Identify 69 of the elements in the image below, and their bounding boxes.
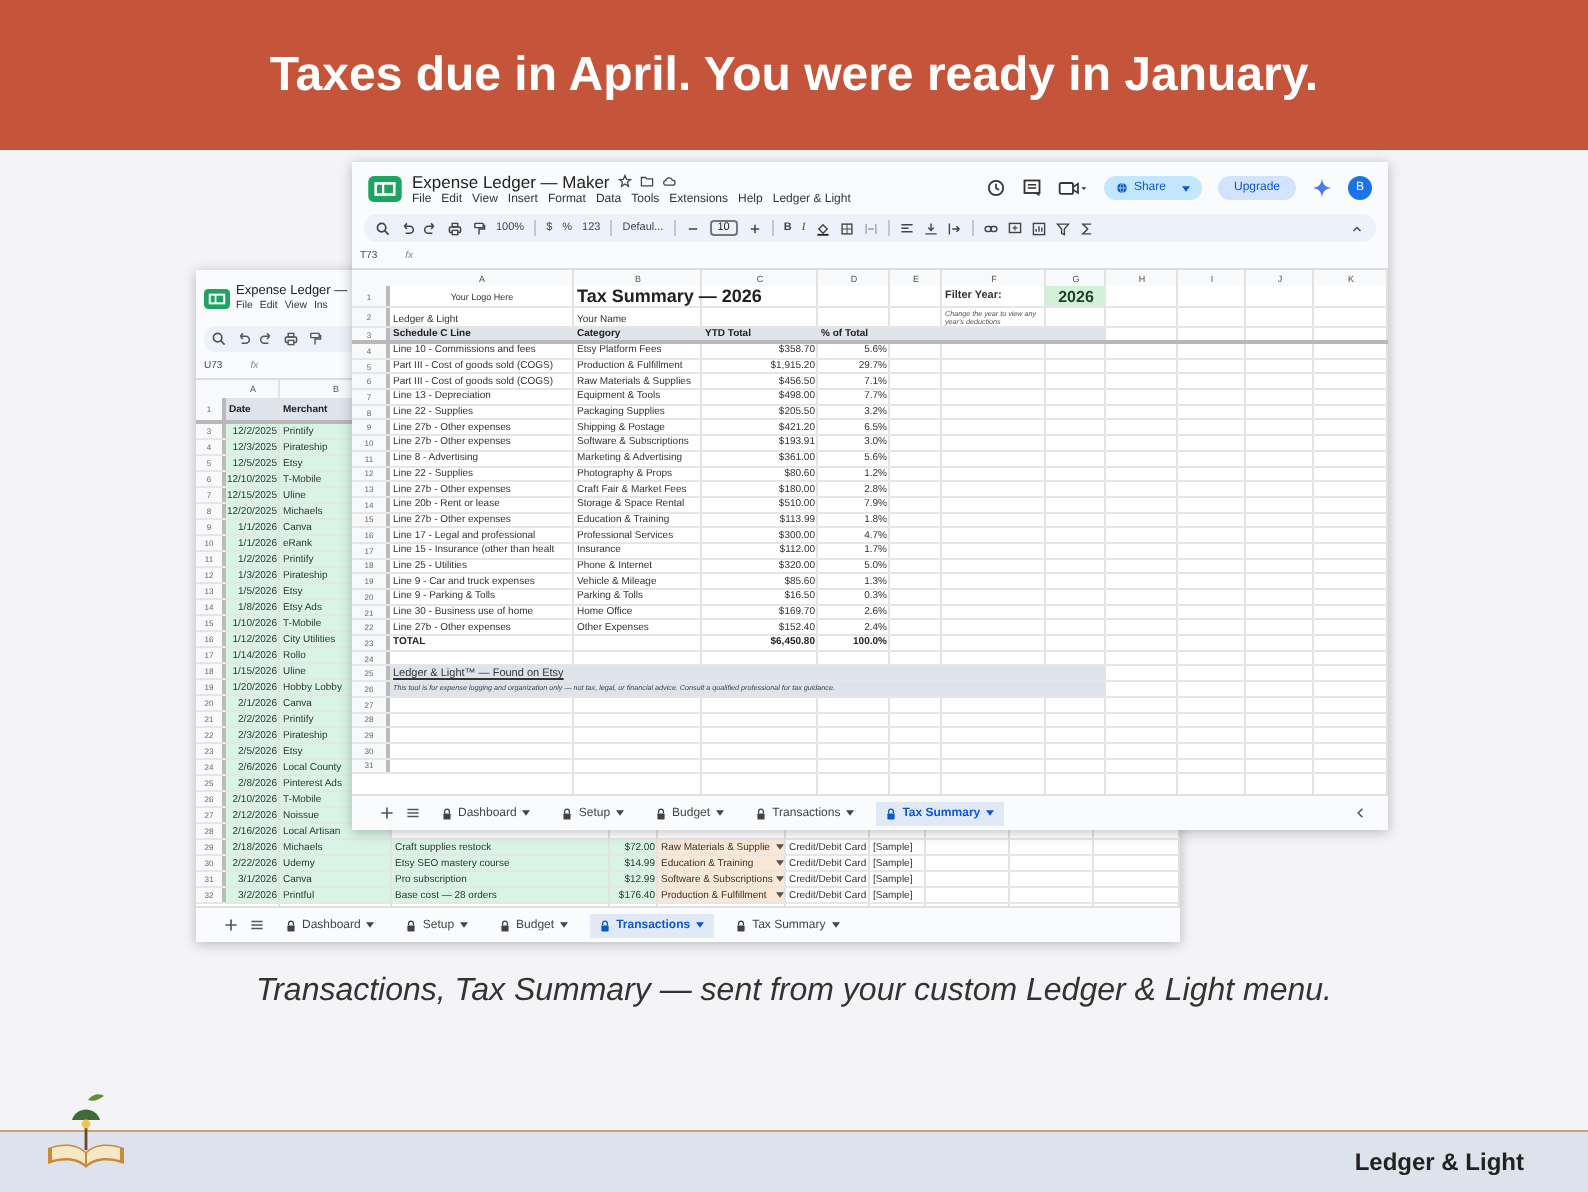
vertical-align-icon[interactable]	[923, 221, 938, 235]
collapse-icon[interactable]	[1350, 221, 1364, 235]
align-icon[interactable]	[899, 221, 914, 235]
caret-icon	[775, 844, 783, 850]
folder-icon[interactable]	[639, 174, 654, 188]
borders-icon[interactable]	[839, 221, 854, 235]
caret-icon	[560, 922, 569, 928]
lock-icon	[886, 807, 897, 819]
caret-icon	[1181, 185, 1190, 191]
window-title: Expense Ledger — Maker	[412, 171, 610, 191]
lock-icon	[656, 807, 667, 819]
redo-icon[interactable]	[260, 332, 274, 346]
history-icon[interactable]	[985, 178, 1006, 198]
spreadsheet-icon	[368, 175, 402, 201]
sheet-list-icon[interactable]	[250, 918, 264, 932]
chart-icon[interactable]	[1031, 221, 1046, 235]
globe-icon	[1115, 182, 1128, 194]
caret-icon	[775, 876, 783, 882]
lock-icon	[736, 919, 747, 931]
comment-icon[interactable]	[1021, 178, 1042, 198]
star-icon[interactable]	[617, 174, 632, 188]
lock-icon	[286, 919, 296, 931]
search-icon[interactable]	[212, 332, 226, 346]
print-icon[interactable]	[284, 332, 298, 346]
plus-icon[interactable]	[747, 221, 762, 235]
link-icon[interactable]	[983, 221, 998, 235]
caret-icon	[716, 810, 725, 816]
chevron-left-icon[interactable]	[1354, 806, 1368, 820]
redo-icon[interactable]	[424, 221, 438, 235]
paint-format-icon[interactable]	[472, 221, 486, 235]
sparkle-icon[interactable]	[1312, 178, 1332, 198]
spreadsheet-icon	[204, 287, 230, 309]
add-sheet-icon[interactable]	[380, 806, 394, 820]
banner-title: Taxes due in April. You were ready in January.	[269, 47, 1319, 103]
sheet-list-icon[interactable]	[406, 806, 420, 820]
comment-icon[interactable]	[1007, 221, 1022, 235]
cloud-icon[interactable]	[661, 174, 676, 188]
text-wrap-icon[interactable]	[947, 221, 962, 235]
sum-icon[interactable]	[1079, 221, 1094, 235]
lock-icon	[442, 807, 452, 819]
print-icon[interactable]	[448, 221, 462, 235]
video-call-icon[interactable]	[1057, 178, 1088, 198]
lock-icon	[600, 919, 611, 931]
lock-icon	[406, 919, 417, 931]
undo-icon[interactable]	[400, 221, 414, 235]
add-sheet-icon[interactable]	[224, 918, 238, 932]
lock-icon	[500, 919, 511, 931]
search-icon[interactable]	[376, 221, 390, 235]
undo-icon[interactable]	[236, 332, 250, 346]
caret-icon	[775, 860, 783, 866]
caret-icon	[366, 922, 375, 928]
fill-color-icon[interactable]	[815, 221, 830, 235]
filter-year-field[interactable]: 2026	[1046, 286, 1106, 306]
lock-icon	[562, 807, 573, 819]
caret-icon	[846, 810, 855, 816]
filter-icon[interactable]	[1055, 221, 1070, 235]
caption-text: Transactions, Tax Summary — sent from your custom Ledger & Light menu.	[254, 972, 1334, 1012]
sheet-title: Tax Summary — 2026	[575, 286, 764, 306]
caret-icon	[616, 810, 625, 816]
caret-icon	[831, 922, 840, 928]
paint-format-icon[interactable]	[308, 332, 322, 346]
caret-icon	[460, 922, 469, 928]
brand-name: Ledger & Light	[1354, 1148, 1524, 1176]
caret-icon	[775, 892, 783, 898]
caret-icon	[986, 810, 995, 816]
caret-icon	[696, 922, 705, 928]
merge-cells-icon[interactable]	[863, 221, 878, 235]
lock-icon	[756, 807, 767, 819]
caret-icon	[522, 810, 531, 816]
